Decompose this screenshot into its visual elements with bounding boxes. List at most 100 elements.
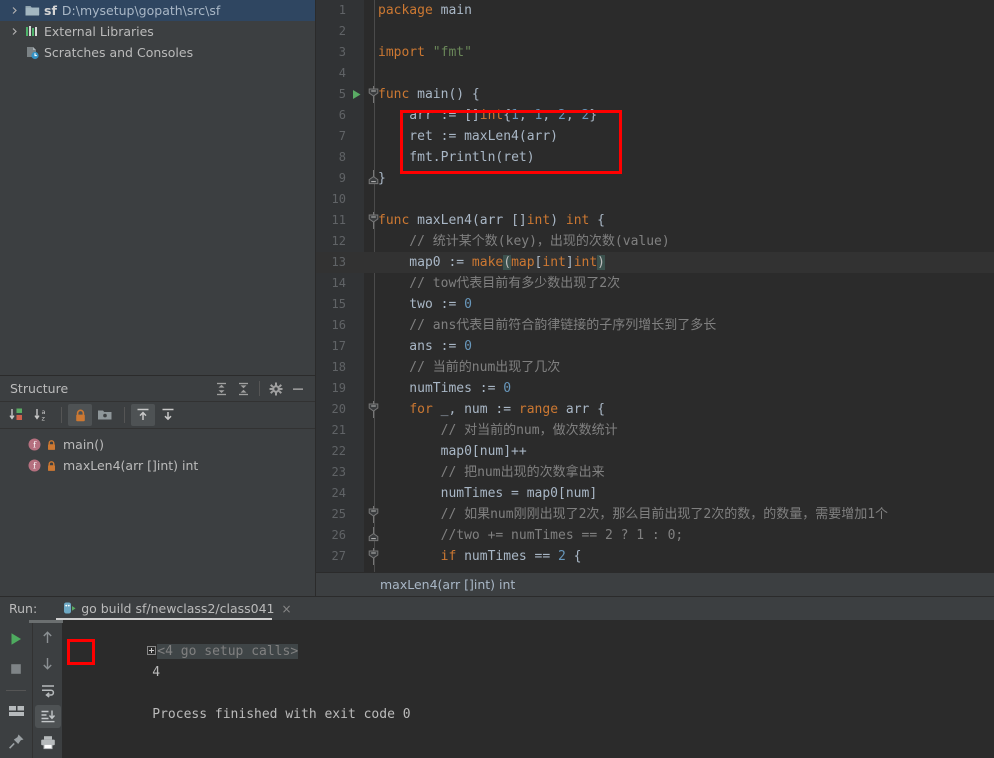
code-line[interactable]: 26 //two += numTimes == 2 ? 1 : 0; <box>316 525 994 546</box>
code-text: // ans代表目前符合韵律链接的子序列增长到了多长 <box>378 318 717 333</box>
scroll-to-end-button[interactable] <box>34 705 61 728</box>
line-number: 7 <box>338 129 346 143</box>
code-line[interactable]: 18 // 当前的num出现了几次 <box>316 357 994 378</box>
code-line[interactable]: 19 numTimes := 0 <box>316 378 994 399</box>
run-toolbar-left <box>0 620 33 758</box>
code-text: map0 := make(map[int]int) <box>378 255 605 270</box>
gear-icon[interactable] <box>265 378 287 400</box>
tree-item-external-libraries[interactable]: External Libraries <box>0 21 315 42</box>
editor-lines-container[interactable]: 1 package main 2 3 import "fmt" 4 5 func main()… <box>316 0 994 572</box>
rerun-button[interactable] <box>3 626 29 652</box>
lock-icon <box>44 439 58 451</box>
tree-item-scratches[interactable]: Scratches and Consoles <box>0 42 315 63</box>
sort-by-visibility-icon[interactable] <box>5 404 29 426</box>
tree-item-external-libraries-label: External Libraries <box>44 24 154 39</box>
code-line[interactable]: 27 if numTimes == 2 { <box>316 546 994 567</box>
expand-all-icon[interactable] <box>210 378 232 400</box>
close-icon[interactable]: × <box>282 603 292 615</box>
line-number: 2 <box>338 24 346 38</box>
line-number: 20 <box>331 402 346 416</box>
console-folded-line[interactable]: <4 go setup calls> <box>63 620 994 659</box>
code-line[interactable]: 9} <box>316 168 994 189</box>
layout-button[interactable] <box>3 698 29 724</box>
code-line[interactable]: 14 // tow代表目前有多少数出现了2次 <box>316 273 994 294</box>
console-exit-line: Process finished with exit code 0 <box>63 683 994 722</box>
code-line[interactable]: 24 numTimes = map0[num] <box>316 483 994 504</box>
console-folded-text: <4 go setup calls> <box>157 644 299 659</box>
code-text: func maxLen4(arr []int) int { <box>378 213 606 228</box>
breadcrumb[interactable]: maxLen4(arr []int) int <box>316 572 994 596</box>
line-number: 4 <box>338 66 346 80</box>
code-line[interactable]: 1 package main <box>316 0 994 21</box>
folder-module-icon <box>23 4 41 17</box>
project-tree-panel[interactable]: sf D:\mysetup\gopath\src\sf External Lib… <box>0 0 315 375</box>
tree-item-sf-path: D:\mysetup\gopath\src\sf <box>61 3 221 18</box>
code-line[interactable]: 25 // 如果num刚刚出现了2次，那么目前出现了2次的数，的数量，需要增加1… <box>316 504 994 525</box>
code-line[interactable]: 7 ret := maxLen4(arr) <box>316 126 994 147</box>
code-line[interactable]: 11 func maxLen4(arr []int) int { <box>316 210 994 231</box>
line-number: 24 <box>331 486 346 500</box>
code-line[interactable]: 10 <box>316 189 994 210</box>
chevron-right-icon[interactable] <box>6 6 23 15</box>
sort-alphabetically-icon[interactable]: a z <box>30 404 54 426</box>
ide-window: sf D:\mysetup\gopath\src\sf External Lib… <box>0 0 994 758</box>
code-line[interactable]: 22 map0[num]++ <box>316 441 994 462</box>
show-inherited-icon[interactable] <box>131 404 155 426</box>
code-line[interactable]: 15 two := 0 <box>316 294 994 315</box>
line-number: 6 <box>338 108 346 122</box>
code-line[interactable]: 5 func main() { <box>316 84 994 105</box>
code-line[interactable]: 2 <box>316 21 994 42</box>
code-line[interactable]: 21 // 对当前的num，做次数统计 <box>316 420 994 441</box>
print-button[interactable] <box>35 732 61 754</box>
code-text: ans := 0 <box>378 339 472 354</box>
tree-item-scratches-label: Scratches and Consoles <box>44 45 194 60</box>
stop-button[interactable] <box>3 656 29 682</box>
libraries-icon <box>23 25 41 38</box>
run-body: <4 go setup calls> 4 Process finished wi… <box>0 620 994 758</box>
code-text: import "fmt" <box>378 45 472 60</box>
line-number: 12 <box>331 234 346 248</box>
pin-tab-button[interactable] <box>3 728 29 754</box>
code-text: // 如果num刚刚出现了2次，那么目前出现了2次的数，的数量，需要增加1个 <box>378 507 889 522</box>
line-number: 14 <box>331 276 346 290</box>
code-text: package main <box>378 3 472 18</box>
code-line[interactable]: 3 import "fmt" <box>316 42 994 63</box>
expand-fold-icon[interactable] <box>147 646 157 655</box>
code-line[interactable]: 13 map0 := make(map[int]int) <box>316 252 994 273</box>
code-text: // 把num出现的次数拿出来 <box>378 465 605 480</box>
line-number: 3 <box>338 45 346 59</box>
code-text: // tow代表目前有多少数出现了2次 <box>378 276 621 291</box>
soft-wrap-button[interactable] <box>35 679 61 701</box>
run-gutter-icon[interactable] <box>349 84 363 105</box>
code-line[interactable]: 16 // ans代表目前符合韵律链接的子序列增长到了多长 <box>316 315 994 336</box>
down-stacktrace-button[interactable] <box>35 652 61 674</box>
show-imported-icon[interactable] <box>156 404 180 426</box>
breadcrumb-text: maxLen4(arr []int) int <box>380 577 516 592</box>
code-line[interactable]: 4 <box>316 63 994 84</box>
run-console[interactable]: <4 go setup calls> 4 Process finished wi… <box>63 620 994 758</box>
line-number: 26 <box>331 528 346 542</box>
structure-items-list[interactable]: f main() f maxLen4(arr []int) int <box>0 429 315 476</box>
hide-icon[interactable] <box>287 378 309 400</box>
run-tab-go-build[interactable]: go build sf/newclass2/class041 × <box>59 597 293 620</box>
code-text: for _, num := range arr { <box>409 402 606 417</box>
code-line[interactable]: 23 // 把num出现的次数拿出来 <box>316 462 994 483</box>
code-line[interactable]: 6 arr := []int{1, 1, 2, 2} <box>316 105 994 126</box>
code-line[interactable]: 17 ans := 0 <box>316 336 994 357</box>
code-text: func main() { <box>378 87 480 102</box>
tree-item-sf[interactable]: sf D:\mysetup\gopath\src\sf <box>0 0 315 21</box>
collapse-all-icon[interactable] <box>232 378 254 400</box>
group-icon[interactable] <box>93 404 117 426</box>
chevron-right-icon[interactable] <box>6 27 23 36</box>
code-line[interactable]: 20 for _, num := range arr { <box>316 399 994 420</box>
code-line[interactable]: 12 // 统计某个数(key)，出现的次数(value) <box>316 231 994 252</box>
function-icon: f <box>26 438 42 451</box>
show-non-public-icon[interactable] <box>68 404 92 426</box>
structure-item-maxlen4[interactable]: f maxLen4(arr []int) int <box>0 455 315 476</box>
code-editor[interactable]: 1 package main 2 3 import "fmt" 4 5 func main()… <box>316 0 994 596</box>
structure-item-main[interactable]: f main() <box>0 434 315 455</box>
lock-icon <box>44 460 58 472</box>
code-line[interactable]: 8 fmt.Println(ret) <box>316 147 994 168</box>
up-stacktrace-button[interactable] <box>35 626 61 648</box>
